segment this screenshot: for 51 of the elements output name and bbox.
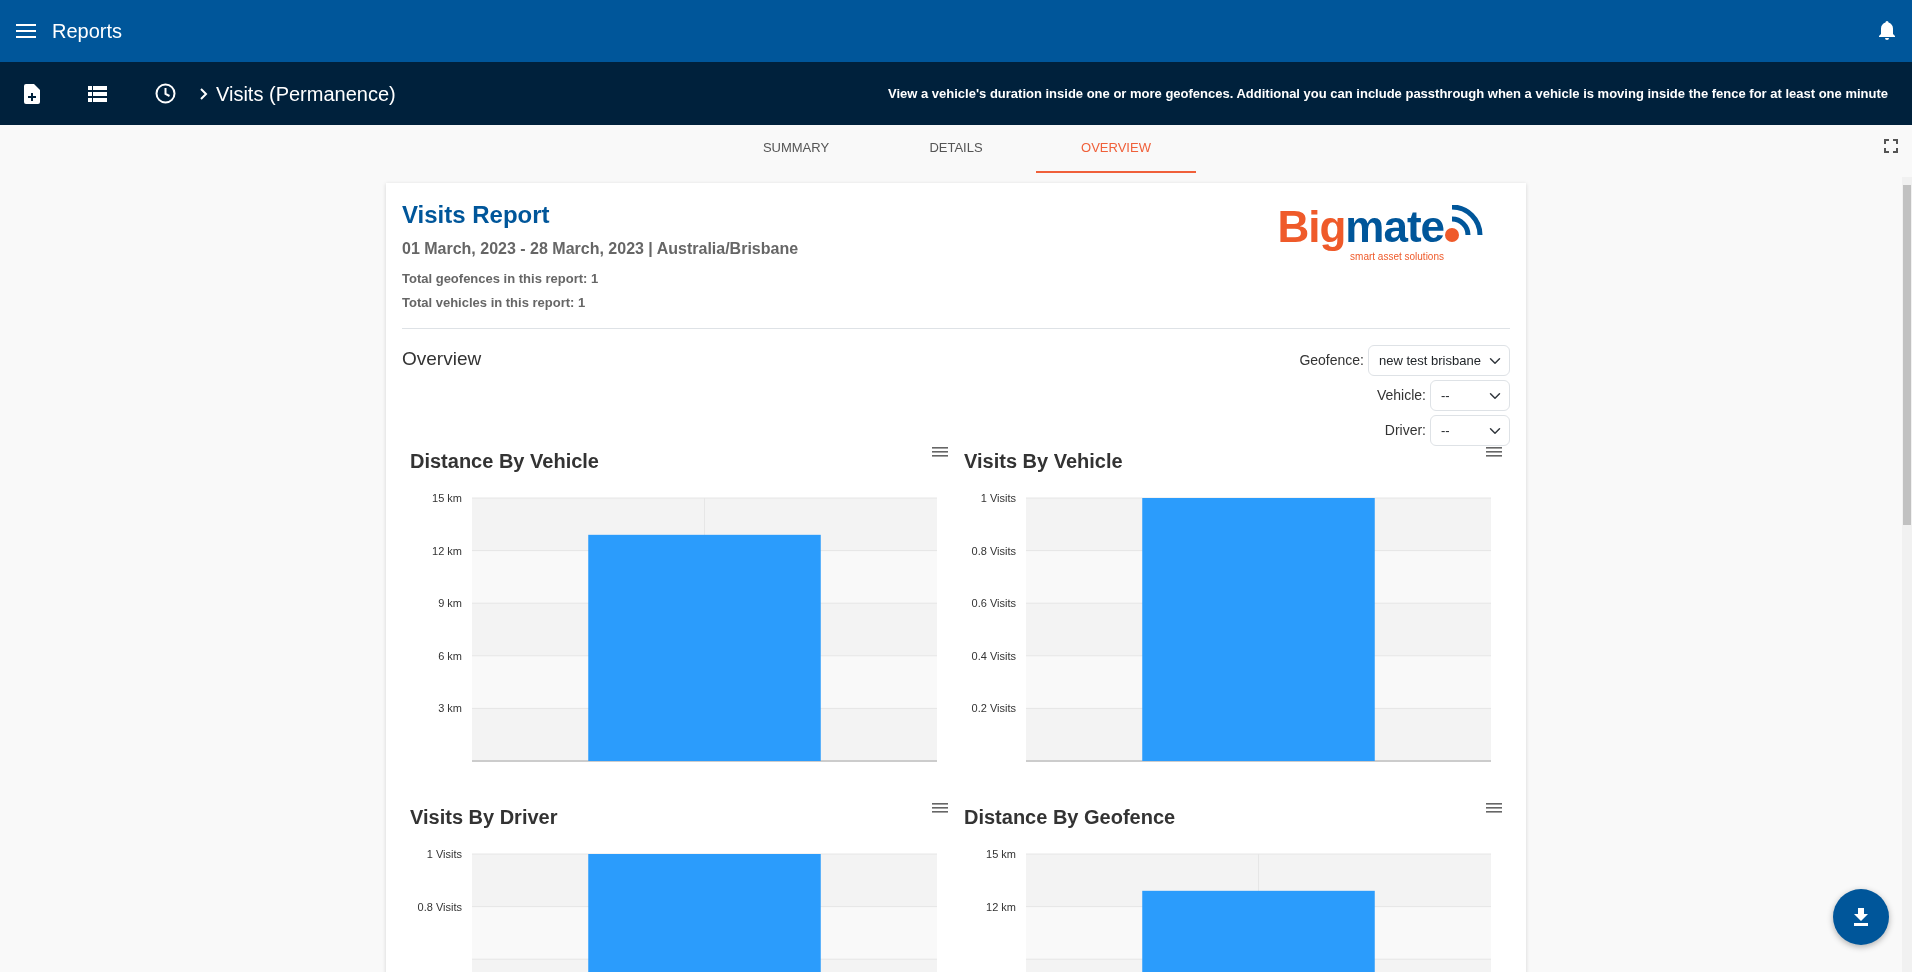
logo-tagline: smart asset solutions (1350, 250, 1444, 264)
chart-title: Distance By Geofence (964, 805, 1176, 830)
axis-label: 12 km (986, 900, 1016, 913)
menu-icon[interactable] (932, 802, 948, 814)
report-description: View a vehicle's duration inside one or more geofences. Additional you can include passthrough when a vehicle is moving inside the fence for at least one minute (888, 84, 1888, 103)
filter-label: Geofence: (1299, 351, 1364, 370)
file-add-icon[interactable] (24, 83, 40, 104)
chart-title: Visits By Vehicle (964, 449, 1123, 474)
bell-icon[interactable] (1878, 21, 1896, 41)
report-total: Total vehicles in this report: 1 (402, 293, 587, 312)
axis-label: 0.2 Visits (971, 702, 1016, 715)
scrollbar[interactable] (1902, 177, 1912, 972)
axis-label: 15 km (432, 492, 462, 504)
filter-label: Driver: (1384, 421, 1426, 440)
report-total: Total geofences in this report: 1 (402, 270, 600, 288)
axis-label: 0.4 Visits (971, 649, 1016, 662)
filter-select[interactable]: -- (1430, 415, 1510, 446)
clock-icon[interactable] (155, 83, 176, 104)
axis-label: 0.8 Visits (417, 900, 462, 913)
chevron-right-icon (200, 87, 208, 100)
axis-label: 12 km (432, 544, 462, 557)
download-button[interactable] (1833, 889, 1889, 945)
breadcrumb-title: Visits (Permanence) (216, 81, 396, 107)
axis-label: 1 Visits (426, 848, 462, 860)
menu-icon[interactable] (1486, 802, 1502, 814)
filter-select[interactable]: new test brisbane (1368, 345, 1510, 376)
date-range: 01 March, 2023 - 28 March, 2023 | Australia/Brisbane (402, 239, 799, 259)
report-title: Visits Report (402, 200, 551, 230)
axis-label: 1 Visits (980, 492, 1016, 504)
axis-label: 0.6 Visits (971, 597, 1016, 610)
axis-label: 15 km (986, 848, 1016, 860)
axis-label: 3 km (438, 702, 462, 715)
menu-icon[interactable] (16, 24, 36, 38)
section-title: Overview (402, 347, 482, 371)
menu-icon[interactable] (932, 446, 948, 458)
tab[interactable]: SUMMARY (716, 125, 876, 173)
list-icon[interactable] (88, 85, 107, 102)
tab[interactable]: DETAILS (876, 125, 1036, 173)
filter-label: Vehicle: (1376, 386, 1426, 405)
logo-text: Big (1277, 205, 1346, 249)
chart-title: Visits By Driver (410, 805, 558, 830)
fullscreen-icon[interactable] (1884, 139, 1898, 153)
menu-icon[interactable] (1486, 446, 1502, 458)
download-icon (1853, 908, 1869, 926)
axis-label: 0.8 Visits (971, 544, 1016, 557)
logo-text: mate (1345, 205, 1444, 249)
filter-select[interactable]: -- (1430, 380, 1510, 411)
axis-label: 9 km (438, 597, 462, 610)
chart-title: Distance By Vehicle (410, 449, 599, 474)
page-title: Reports (52, 19, 123, 44)
axis-label: 6 km (438, 649, 462, 662)
